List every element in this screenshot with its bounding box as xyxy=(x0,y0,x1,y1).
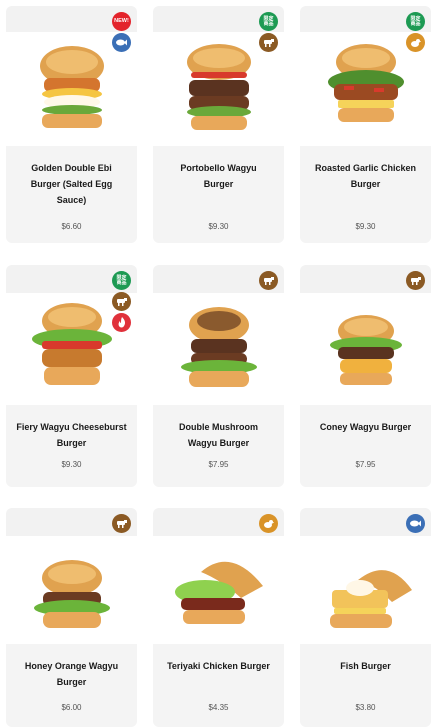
product-price: $7.95 xyxy=(208,460,229,469)
product-name: Fish Burger xyxy=(340,661,391,671)
beef-icon xyxy=(112,514,131,533)
beef-icon xyxy=(112,292,131,311)
product-name: Coney Wagyu Burger xyxy=(319,422,412,432)
product-image-area xyxy=(153,508,284,644)
product-price: $9.30 xyxy=(61,460,82,469)
new-badge-icon: NEW! xyxy=(112,12,131,31)
burger-image xyxy=(174,561,263,624)
product-image-area: NEW! xyxy=(6,6,137,146)
menu-card[interactable]: Honey Orange Wagyu Burger $6.00 xyxy=(6,508,137,727)
burger-image xyxy=(39,46,104,128)
product-info: Roasted Garlic Chicken Burger $9.30 xyxy=(300,146,431,243)
menu-card[interactable]: Fish Burger $3.80 xyxy=(300,508,431,727)
burger-image xyxy=(180,307,257,387)
product-info: Golden Double Ebi Burger (Salted Egg Sau… xyxy=(6,146,137,243)
product-name: Teriyaki Chicken Burger xyxy=(167,661,270,671)
menu-card[interactable]: 限定 商品 Fiery Wagyu Cheeseburst Burger $9.3… xyxy=(6,265,137,487)
burger-image xyxy=(329,315,402,385)
product-name: Double Mushroom Wagyu Burger xyxy=(179,422,258,448)
limited-item-badge-icon: 限定 商品 xyxy=(406,12,425,31)
product-price: $6.00 xyxy=(61,703,82,712)
menu-card[interactable]: Teriyaki Chicken Burger $4.35 xyxy=(153,508,284,727)
product-name: Golden Double Ebi Burger (Salted Egg Sau… xyxy=(30,163,113,205)
product-image-area xyxy=(300,508,431,644)
spicy-icon xyxy=(112,313,131,332)
product-price: $4.35 xyxy=(208,703,229,712)
burger-image xyxy=(31,303,112,385)
product-info: Coney Wagyu Burger $7.95 xyxy=(300,405,431,487)
product-image-area: 限定 商品 xyxy=(153,6,284,146)
fish-icon xyxy=(112,33,131,52)
product-price: $7.95 xyxy=(355,460,376,469)
product-image-area xyxy=(300,265,431,405)
product-info: Double Mushroom Wagyu Burger $7.95 xyxy=(153,405,284,487)
menu-card[interactable]: Double Mushroom Wagyu Burger $7.95 xyxy=(153,265,284,487)
product-image-area: 限定 商品 xyxy=(6,265,137,405)
product-image-area xyxy=(6,508,137,644)
burger-image xyxy=(329,570,412,628)
chicken-icon xyxy=(259,514,278,533)
burger-image xyxy=(186,44,251,130)
product-price: $9.30 xyxy=(208,222,229,231)
menu-card[interactable]: NEW! Golden Double Ebi Burger (Salted Eg… xyxy=(6,6,137,243)
menu-card[interactable]: 限定 商品 Roasted Garlic Chicken Burger $9.30 xyxy=(300,6,431,243)
product-price: $6.60 xyxy=(61,222,82,231)
product-name: Roasted Garlic Chicken Burger xyxy=(314,163,417,189)
fish-icon xyxy=(406,514,425,533)
beef-icon xyxy=(259,33,278,52)
product-info: Fish Burger $3.80 xyxy=(300,644,431,727)
product-info: Fiery Wagyu Cheeseburst Burger $9.30 xyxy=(6,405,137,487)
product-image-area: 限定 商品 xyxy=(300,6,431,146)
product-image-area xyxy=(153,265,284,405)
menu-card[interactable]: Coney Wagyu Burger $7.95 xyxy=(300,265,431,487)
product-info: Teriyaki Chicken Burger $4.35 xyxy=(153,644,284,727)
beef-icon xyxy=(259,271,278,290)
product-price: $3.80 xyxy=(355,703,376,712)
burger-image xyxy=(327,44,404,122)
limited-item-badge-icon: 限定 商品 xyxy=(112,271,131,290)
product-name: Fiery Wagyu Cheeseburst Burger xyxy=(16,422,127,448)
chicken-icon xyxy=(406,33,425,52)
menu-card[interactable]: 限定 商品 Portobello Wagyu Burger $9.30 xyxy=(153,6,284,243)
beef-icon xyxy=(406,271,425,290)
product-info: Portobello Wagyu Burger $9.30 xyxy=(153,146,284,243)
burger-image xyxy=(33,560,110,628)
product-name: Honey Orange Wagyu Burger xyxy=(24,661,119,687)
product-info: Honey Orange Wagyu Burger $6.00 xyxy=(6,644,137,727)
limited-item-badge-icon: 限定 商品 xyxy=(259,12,278,31)
product-name: Portobello Wagyu Burger xyxy=(180,163,257,189)
product-price: $9.30 xyxy=(355,222,376,231)
